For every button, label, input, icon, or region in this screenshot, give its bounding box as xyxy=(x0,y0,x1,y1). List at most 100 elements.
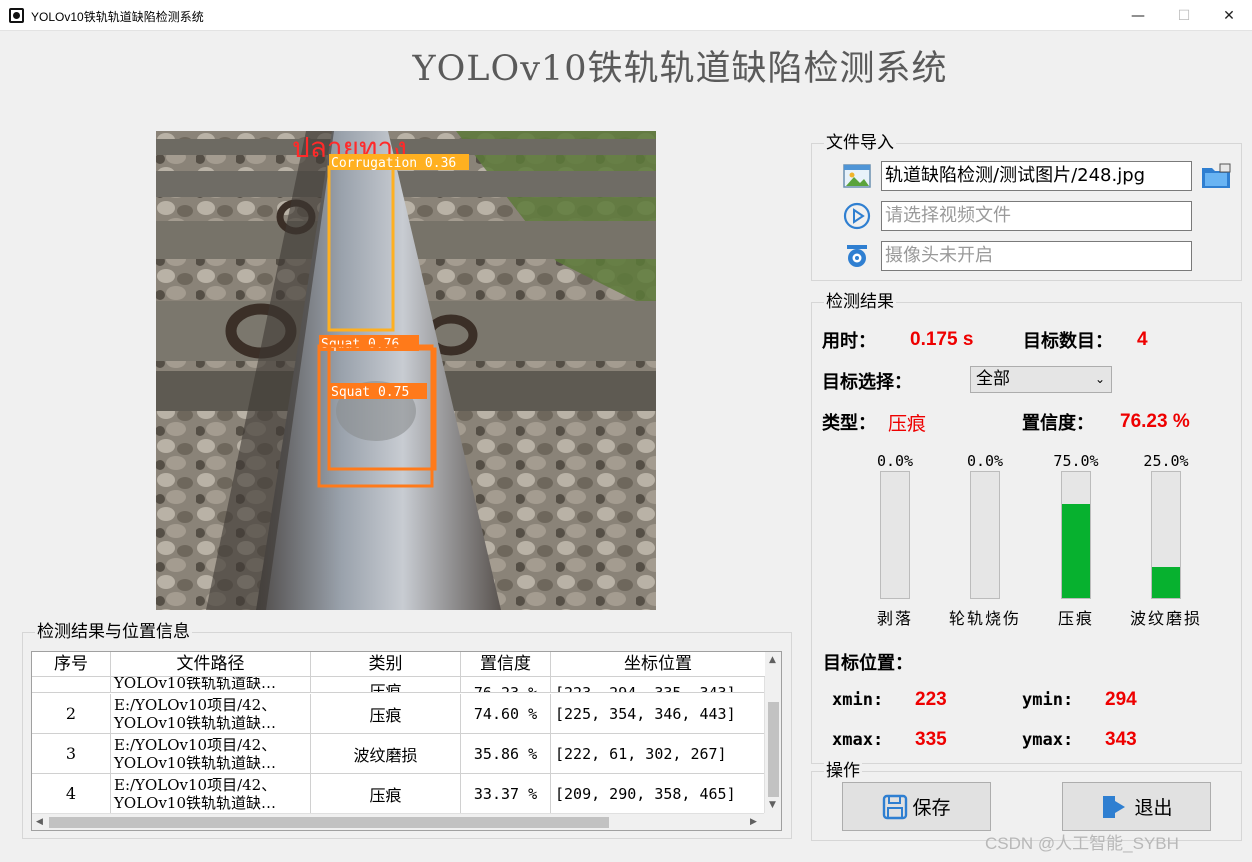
minimize-icon[interactable]: — xyxy=(1115,0,1161,31)
bar-class-name: 波纹磨损 xyxy=(1129,609,1202,628)
bar-percent-label: 75.0% xyxy=(1053,452,1099,470)
cell-coords: [225, 354, 346, 443] xyxy=(555,704,736,723)
bbox-squat-2-label: Squat 0.75 xyxy=(331,385,409,400)
type-value: 压痕 xyxy=(888,413,927,435)
table-row[interactable]: 2 E:/YOLOv10项目/42、 YOLOv10铁轨轨道缺… 压痕 74.60… xyxy=(32,694,765,734)
save-icon xyxy=(883,794,908,819)
vertical-scroll-thumb[interactable] xyxy=(768,702,779,797)
cell-type: 压痕 xyxy=(311,774,461,813)
chevron-down-icon: ⌄ xyxy=(1094,372,1105,386)
confidence-value: 76.23 % xyxy=(1120,411,1190,432)
bar-percent-label: 0.0% xyxy=(966,452,1004,470)
target-select-value: 全部 xyxy=(976,369,1010,389)
table-row[interactable]: 3 E:/YOLOv10项目/42、 YOLOv10铁轨轨道缺… 波纹磨损 35.… xyxy=(32,734,765,774)
type-label: 类型： xyxy=(822,413,876,434)
target-select-label: 目标选择： xyxy=(822,372,912,393)
cell-type: 压痕 xyxy=(311,694,461,733)
cell-type: 压痕 xyxy=(311,677,461,692)
video-path-field[interactable]: 请选择视频文件 xyxy=(881,201,1192,231)
camera-icon[interactable] xyxy=(843,242,871,270)
detection-image: ปลายทาง Corrugation 0.36 Squat 0.76 Squa… xyxy=(156,131,656,610)
header-no[interactable]: 序号 xyxy=(32,652,111,676)
results-table[interactable]: 序号 文件路径 类别 置信度 坐标位置 YOLOv10铁轨轨道缺… 压痕 76.… xyxy=(31,651,782,831)
app-icon xyxy=(9,8,24,23)
xmin-label: xmin: xyxy=(832,690,884,710)
scroll-left-icon[interactable]: ◀ xyxy=(36,817,43,827)
exit-button-label: 退出 xyxy=(1134,797,1173,819)
time-value: 0.175 s xyxy=(910,329,974,350)
camera-status-field[interactable]: 摄像头未开启 xyxy=(881,241,1192,271)
save-button[interactable]: 保存 xyxy=(842,782,991,831)
vertical-scrollbar[interactable]: ▲ ▼ xyxy=(764,652,781,815)
cell-confidence: 35.86 % xyxy=(461,734,551,773)
cell-no xyxy=(32,677,111,692)
cell-path: E:/YOLOv10项目/42、 YOLOv10铁轨轨道缺… xyxy=(111,734,311,773)
table-row[interactable]: 4 E:/YOLOv10项目/42、 YOLOv10铁轨轨道缺… 压痕 33.37… xyxy=(32,774,765,814)
bar-track xyxy=(1151,471,1181,599)
target-position-label: 目标位置： xyxy=(823,653,913,674)
ymin-value: 294 xyxy=(1105,689,1137,710)
results-title: 检测结果 xyxy=(824,291,896,313)
ymin-label: ymin: xyxy=(1022,690,1074,710)
scroll-up-icon[interactable]: ▲ xyxy=(769,655,776,665)
bar-class-name: 轮轨烧伤 xyxy=(948,609,1021,628)
bar-class-name: 压痕 xyxy=(1057,609,1094,628)
table-title: 检测结果与位置信息 xyxy=(35,621,192,643)
exit-icon xyxy=(1103,795,1126,818)
window-title: YOLOv10铁轨轨道缺陷检测系统 xyxy=(31,10,204,24)
image-row: 轨道缺陷检测/测试图片/248.jpg xyxy=(843,161,1203,191)
watermark: CSDN @人工智能_SYBH xyxy=(985,834,1179,853)
cell-path: E:/YOLOv10项目/42、 YOLOv10铁轨轨道缺… xyxy=(111,774,311,813)
cell-coords: [223, 294, 335, 343] xyxy=(551,677,765,692)
save-button-label: 保存 xyxy=(912,797,951,819)
cell-confidence: 33.37 % xyxy=(461,774,551,813)
cell-no: 4 xyxy=(32,774,111,813)
horizontal-scroll-thumb[interactable] xyxy=(49,817,609,828)
cell-confidence: 76.23 % xyxy=(461,677,551,692)
open-folder-icon[interactable] xyxy=(1200,162,1232,190)
video-row: 请选择视频文件 xyxy=(843,201,1203,231)
cell-path: E:/YOLOv10项目/42、 YOLOv10铁轨轨道缺… xyxy=(111,694,311,733)
table-row[interactable]: YOLOv10铁轨轨道缺… 压痕 76.23 % [223, 294, 335,… xyxy=(32,677,765,693)
bar-fill xyxy=(1062,503,1090,598)
image-icon[interactable] xyxy=(843,162,871,190)
table-body: YOLOv10铁轨轨道缺… 压痕 76.23 % [223, 294, 335,… xyxy=(32,677,765,814)
close-icon[interactable]: ✕ xyxy=(1206,0,1252,31)
cell-no: 3 xyxy=(32,734,111,773)
header-coords[interactable]: 坐标位置 xyxy=(551,652,765,676)
confidence-label: 置信度： xyxy=(1022,413,1094,434)
file-import-title: 文件导入 xyxy=(824,132,896,154)
bar-class-name: 剥落 xyxy=(876,609,913,628)
time-label: 用时： xyxy=(822,331,876,352)
bar-fill xyxy=(1152,566,1180,598)
count-value: 4 xyxy=(1137,329,1148,350)
bar-track xyxy=(880,471,910,599)
ymax-value: 343 xyxy=(1105,729,1137,750)
cell-coords: [222, 61, 302, 267] xyxy=(555,744,727,763)
cell-type: 波纹磨损 xyxy=(311,734,461,773)
image-path-field[interactable]: 轨道缺陷检测/测试图片/248.jpg xyxy=(881,161,1192,191)
target-select[interactable]: 全部 ⌄ xyxy=(970,366,1112,393)
window-titlebar: YOLOv10铁轨轨道缺陷检测系统 — ☐ ✕ xyxy=(0,0,1252,31)
detection-image-canvas: ปลายทาง Corrugation 0.36 Squat 0.76 Squa… xyxy=(156,131,656,610)
horizontal-scrollbar[interactable]: ◀ ▶ xyxy=(32,813,765,830)
ymax-label: ymax: xyxy=(1022,730,1074,750)
count-label: 目标数目： xyxy=(1023,331,1113,352)
cell-no: 2 xyxy=(32,694,111,733)
bbox-corrugation-label: Corrugation 0.36 xyxy=(331,156,456,171)
bar-track xyxy=(1061,471,1091,599)
bar-percent-label: 0.0% xyxy=(876,452,914,470)
bar-track xyxy=(970,471,1000,599)
maximize-icon[interactable]: ☐ xyxy=(1161,0,1207,31)
scroll-down-icon[interactable]: ▼ xyxy=(769,800,776,810)
exit-button[interactable]: 退出 xyxy=(1062,782,1211,831)
header-confidence[interactable]: 置信度 xyxy=(461,652,551,676)
cell-path: YOLOv10铁轨轨道缺… xyxy=(111,677,311,692)
header-path[interactable]: 文件路径 xyxy=(111,652,311,676)
cell-confidence: 74.60 % xyxy=(461,694,551,733)
video-play-icon[interactable] xyxy=(843,202,871,230)
header-type[interactable]: 类别 xyxy=(311,652,461,676)
operations-title: 操作 xyxy=(824,760,862,782)
scroll-right-icon[interactable]: ▶ xyxy=(750,817,757,827)
xmax-value: 335 xyxy=(915,729,947,750)
